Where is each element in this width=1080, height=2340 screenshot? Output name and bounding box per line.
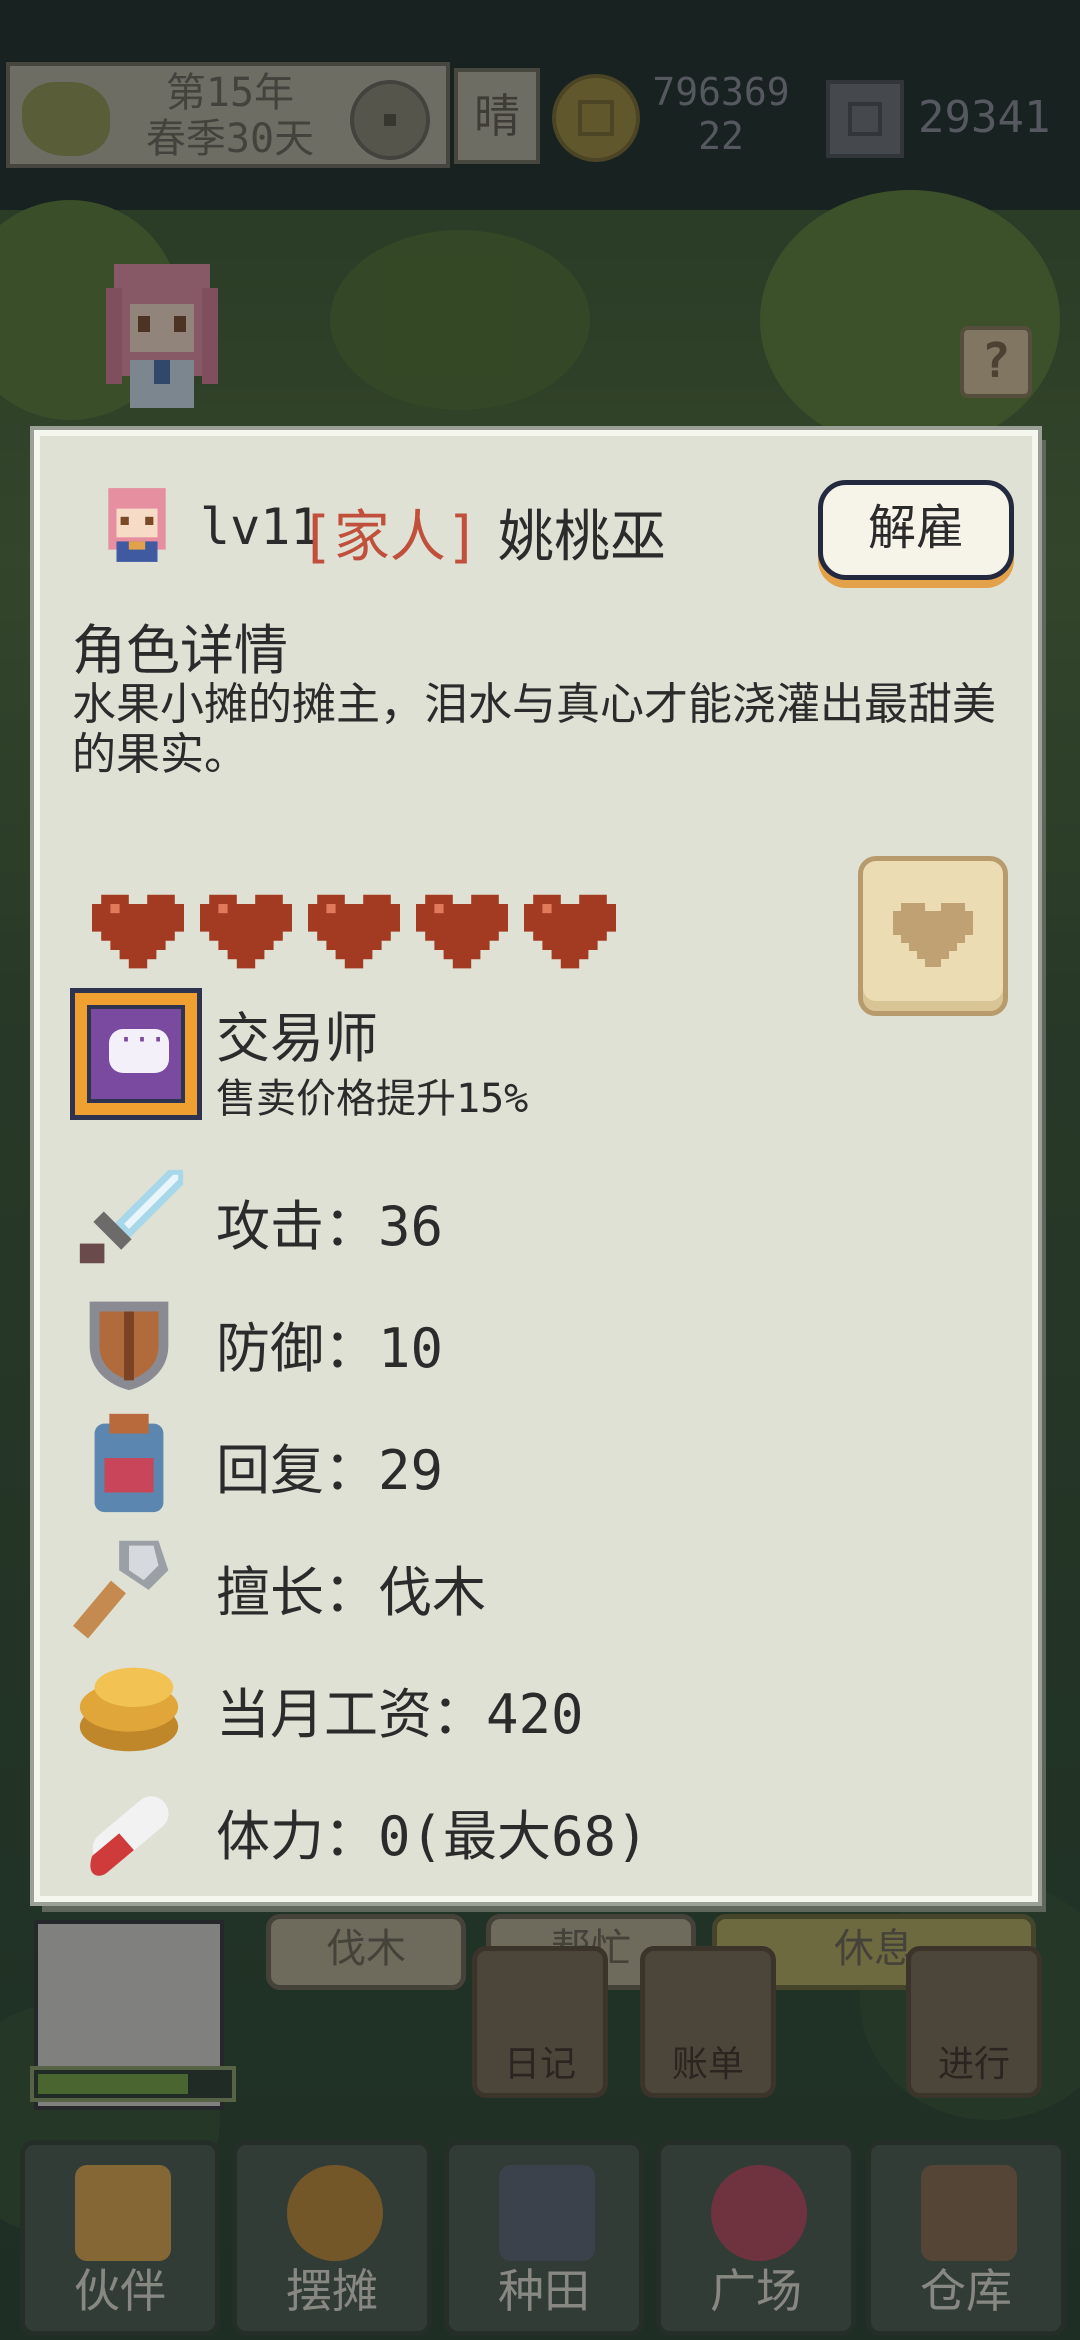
trait-name: 交易师 [216,1007,378,1070]
heart-outline-icon [893,903,973,967]
stat-stamina: 体力：0(最大68) [70,1774,770,1884]
backpack-icon [94,1413,164,1513]
heart-icon [200,894,292,969]
section-title: 角色详情 [72,619,288,682]
shield-icon [89,1301,169,1391]
heart-icon [92,894,184,969]
trait-badge [70,988,202,1120]
stat-defense-label: 防御：10 [216,1317,444,1380]
pill-icon [90,1796,169,1876]
stat-salary-label: 当月工资：420 [216,1683,584,1746]
stat-specialty-label: 擅长：伐木 [216,1561,486,1624]
stat-attack-label: 攻击：36 [216,1195,444,1258]
character-detail-card: lv11 [家人] 姚桃巫 解雇 角色详情 水果小摊的摊主，泪水与真心才能浇灌出… [34,430,1038,1902]
stat-attack: 攻击：36 [70,1164,770,1274]
heart-icon [308,894,400,969]
affection-hearts [92,884,652,984]
stat-recovery-label: 回复：29 [216,1439,444,1502]
stat-defense: 防御：10 [70,1286,770,1396]
gold-coins-icon [79,1667,179,1752]
character-tag: [家人] [300,505,480,570]
stat-specialty: 擅长：伐木 [70,1530,770,1640]
character-description: 水果小摊的摊主，泪水与真心才能浇灌出最甜美的果实。 [72,679,996,780]
axe-icon [73,1540,169,1639]
character-header: lv11 [家人] 姚桃巫 [96,482,796,570]
stat-stamina-label: 体力：0(最大68) [216,1805,649,1868]
heart-icon [416,894,508,969]
fire-button[interactable]: 解雇 [818,480,1014,580]
trait-description: 售卖价格提升15% [216,1076,529,1122]
stat-recovery: 回复：29 [70,1408,770,1518]
stat-salary: 当月工资：420 [70,1652,770,1762]
character-mini-avatar [108,488,166,562]
speech-bubble-icon [109,1023,169,1073]
heart-icon [524,894,616,969]
character-name: 姚桃巫 [498,505,666,570]
sword-icon [79,1169,184,1264]
gift-affection-button[interactable] [858,856,1008,1016]
